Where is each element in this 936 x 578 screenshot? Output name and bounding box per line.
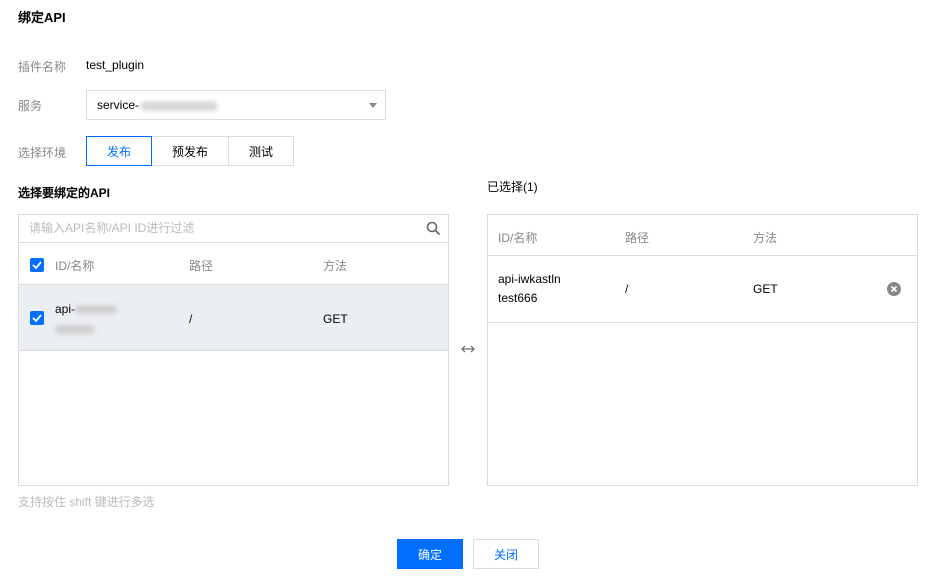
search-icon[interactable]	[426, 221, 440, 235]
service-select[interactable]: service-	[86, 90, 386, 120]
plugin-name-value: test_plugin	[86, 58, 145, 72]
column-header-id-name: ID/名称	[55, 259, 95, 273]
selected-row-method: GET	[753, 282, 778, 296]
confirm-button[interactable]: 确定	[397, 539, 463, 569]
redacted-text	[75, 305, 118, 315]
redacted-text	[140, 100, 219, 111]
selected-row: api-iwkastln test666 / GET	[488, 256, 917, 322]
env-option-release[interactable]: 发布	[86, 136, 152, 166]
check-icon	[32, 314, 42, 323]
search-bar	[19, 215, 448, 243]
row-method: GET	[323, 312, 348, 326]
dialog-title: 绑定API	[18, 10, 66, 25]
column-header-id-name: ID/名称	[498, 231, 538, 245]
env-segmented-control: 发布 预发布 测试	[86, 136, 294, 166]
row-api-name	[55, 322, 95, 336]
column-header-path: 路径	[189, 259, 214, 273]
remove-icon[interactable]	[887, 282, 901, 296]
column-header-method: 方法	[753, 231, 778, 245]
transfer-arrows-icon	[461, 345, 475, 353]
selected-panel-title: 已选择(1)	[487, 180, 538, 194]
selected-api-id: api-iwkastln	[498, 272, 561, 286]
close-button[interactable]: 关闭	[473, 539, 539, 569]
selected-api-name: test666	[498, 291, 538, 305]
search-input[interactable]	[29, 215, 409, 241]
service-select-value: service-	[97, 98, 219, 112]
select-all-checkbox[interactable]	[30, 258, 44, 272]
check-icon	[32, 261, 42, 270]
service-label: 服务	[18, 99, 43, 113]
env-option-prerelease[interactable]: 预发布	[151, 136, 229, 166]
chevron-down-icon	[369, 103, 377, 108]
api-source-panel: ID/名称 路径 方法 api- / GET	[18, 214, 449, 486]
selected-row-path: /	[625, 282, 629, 296]
table-row[interactable]: api- / GET	[19, 284, 448, 351]
left-panel-title: 选择要绑定的API	[18, 186, 111, 200]
env-label: 选择环境	[18, 146, 67, 160]
column-header-method: 方法	[323, 259, 348, 273]
row-path: /	[189, 312, 193, 326]
row-checkbox[interactable]	[30, 311, 44, 325]
multi-select-hint: 支持按住 shift 键进行多选	[18, 495, 155, 509]
api-selected-panel: ID/名称 路径 方法 api-iwkastln test666 / GET	[487, 214, 918, 486]
row-divider	[488, 322, 917, 323]
column-header-path: 路径	[625, 231, 650, 245]
redacted-text	[55, 325, 95, 335]
close-icon	[890, 285, 898, 293]
plugin-name-label: 插件名称	[18, 60, 67, 74]
env-option-test[interactable]: 测试	[228, 136, 294, 166]
row-api-id: api-	[55, 302, 118, 316]
